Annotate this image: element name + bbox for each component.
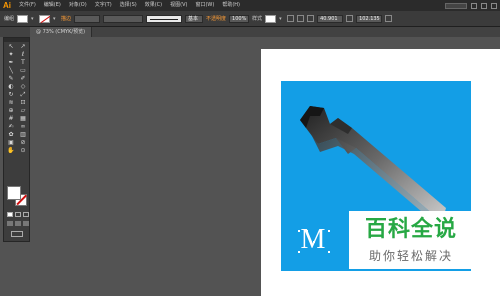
color-mode-row (7, 212, 29, 217)
text-object-m[interactable]: M (296, 225, 330, 255)
menu-item-edit[interactable]: 编辑(E) (40, 0, 65, 11)
document-tab[interactable]: @ 73% (CMYK/预览) (30, 27, 93, 37)
constrain-icon[interactable] (385, 15, 393, 22)
mesh-tool-icon[interactable]: # (5, 115, 17, 123)
link-icon[interactable] (346, 15, 354, 22)
stroke-preview[interactable] (146, 14, 183, 23)
menu-item-file[interactable]: 文件(F) (15, 0, 40, 11)
menu-item-object[interactable]: 对象(O) (65, 0, 91, 11)
artboard-tool-icon[interactable]: ▣ (5, 139, 17, 147)
transform-icon[interactable] (307, 15, 315, 22)
anchor-point[interactable] (328, 230, 330, 232)
brush-definition-field[interactable]: 基本 (185, 14, 204, 23)
stroke-label[interactable]: 描边 (61, 15, 71, 22)
menubar-right (445, 2, 500, 9)
stroke-color-swatch[interactable] (39, 14, 51, 23)
rectangle-tool-icon[interactable]: ▭ (17, 67, 29, 75)
draw-normal-button[interactable] (7, 221, 13, 226)
menu-item-select[interactable]: 选择(S) (116, 0, 141, 11)
extruded-3d-object[interactable] (296, 98, 466, 228)
document-tab-bar: @ 73% (CMYK/预览) (0, 27, 500, 37)
draw-behind-button[interactable] (15, 221, 21, 226)
watermark-badge: 百科全说 助你轻松解决 (349, 211, 473, 269)
anchor-point[interactable] (298, 251, 300, 253)
watermark-title: 百科全说 (364, 217, 457, 242)
type-tool-icon[interactable]: T (17, 59, 29, 67)
opacity-label[interactable]: 不透明度 (206, 15, 226, 22)
blend-tool-icon[interactable]: ∞ (17, 123, 29, 131)
gradient-tool-icon[interactable]: ▦ (17, 115, 29, 123)
y-position-field[interactable]: 102.135 (356, 14, 383, 23)
drawing-mode-row (7, 221, 29, 226)
shape-builder-tool-icon[interactable]: ⊕ (5, 107, 17, 115)
tool-grid: ↖ ↗ ✦ ℓ ✒ T ╲ ▭ ✎ ✐ ◐ ◇ ↻ ⤢ ≋ ⊡ ⊕ ▱ # ▦ ✍ ∞ ✿ ▥ ▣ ⊘ ✋ ⊙ (4, 42, 29, 156)
minimize-button[interactable] (471, 2, 477, 9)
anchor-point[interactable] (298, 230, 300, 232)
line-tool-icon[interactable]: ╲ (5, 67, 17, 75)
fill-box[interactable] (7, 186, 21, 200)
symbol-sprayer-tool-icon[interactable]: ✿ (5, 131, 17, 139)
direct-selection-tool-icon[interactable]: ↗ (17, 43, 29, 51)
graphic-style-swatch[interactable] (265, 14, 277, 23)
opacity-field[interactable]: 100% (229, 14, 250, 23)
menu-item-help[interactable]: 帮助(H) (218, 0, 244, 11)
style-label: 样式 (252, 16, 263, 22)
variable-width-profile-field[interactable] (103, 14, 144, 23)
menu-item-view[interactable]: 视图(V) (166, 0, 191, 11)
zoom-tool-icon[interactable]: ⊙ (17, 147, 29, 155)
column-graph-tool-icon[interactable]: ▥ (17, 131, 29, 139)
width-tool-icon[interactable]: ≋ (5, 99, 17, 107)
fill-color-swatch[interactable] (17, 14, 29, 23)
menu-item-type[interactable]: 文字(T) (91, 0, 116, 11)
fill-stroke-control[interactable] (7, 186, 29, 208)
eraser-tool-icon[interactable]: ◇ (17, 83, 29, 91)
menu-item-effect[interactable]: 效果(C) (141, 0, 166, 11)
anchor-point[interactable] (313, 241, 315, 243)
color-mode-button[interactable] (7, 212, 13, 217)
control-bar: 编组 ▾ ▾ 描边 基本 不透明度 100% 样式 ▾ 40.901 102.1… (0, 11, 500, 27)
align-icon[interactable] (297, 15, 305, 22)
extrusion-shape (300, 106, 446, 224)
draw-inside-button[interactable] (23, 221, 29, 226)
none-mode-button[interactable] (23, 212, 29, 217)
lasso-tool-icon[interactable]: ℓ (17, 51, 29, 59)
tools-panel: ↖ ↗ ✦ ℓ ✒ T ╲ ▭ ✎ ✐ ◐ ◇ ↻ ⤢ ≋ ⊡ ⊕ ▱ # ▦ ✍ ∞ ✿ ▥ ▣ ⊘ ✋ ⊙ (3, 37, 30, 242)
chevron-down-icon[interactable]: ▾ (279, 15, 284, 23)
close-button[interactable] (491, 2, 497, 9)
pen-tool-icon[interactable]: ✒ (5, 59, 17, 67)
search-input[interactable] (445, 2, 467, 9)
anchor-point[interactable] (328, 251, 330, 253)
x-position-field[interactable]: 40.901 (317, 14, 344, 23)
stroke-weight-field[interactable] (74, 14, 101, 23)
anchor-point[interactable] (306, 230, 308, 232)
perspective-tool-icon[interactable]: ▱ (17, 107, 29, 115)
recolor-icon[interactable] (287, 15, 295, 22)
anchor-point[interactable] (320, 230, 322, 232)
scale-tool-icon[interactable]: ⤢ (17, 91, 29, 99)
magic-wand-tool-icon[interactable]: ✦ (5, 51, 17, 59)
screen-mode-button[interactable] (11, 231, 23, 237)
chevron-down-icon[interactable]: ▾ (31, 15, 36, 23)
eyedropper-tool-icon[interactable]: ✍ (5, 123, 17, 131)
app-logo: Ai (3, 1, 11, 10)
slice-tool-icon[interactable]: ⊘ (17, 139, 29, 147)
selection-type-label: 编组 (4, 16, 15, 22)
blob-brush-tool-icon[interactable]: ◐ (5, 83, 17, 91)
paintbrush-tool-icon[interactable]: ✎ (5, 75, 17, 83)
selection-tool-icon[interactable]: ↖ (5, 43, 17, 51)
menu-item-window[interactable]: 窗口(W) (191, 0, 218, 11)
pencil-tool-icon[interactable]: ✐ (17, 75, 29, 83)
watermark-subtitle: 助你轻松解决 (368, 249, 453, 263)
gradient-mode-button[interactable] (15, 212, 21, 217)
chevron-down-icon[interactable]: ▾ (53, 15, 58, 23)
free-transform-tool-icon[interactable]: ⊡ (17, 99, 29, 107)
rotate-tool-icon[interactable]: ↻ (5, 91, 17, 99)
maximize-button[interactable] (481, 2, 487, 9)
hand-tool-icon[interactable]: ✋ (5, 147, 17, 155)
menu-bar: Ai 文件(F) 编辑(E) 对象(O) 文字(T) 选择(S) 效果(C) 视… (0, 0, 500, 11)
